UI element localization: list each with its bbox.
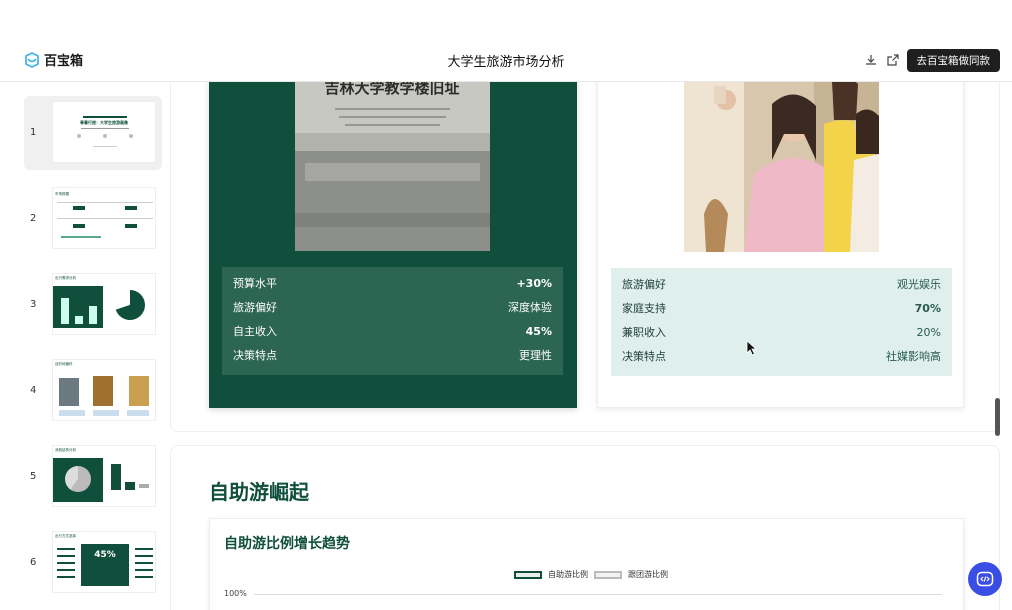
legend-swatch-group	[594, 570, 622, 579]
gridline	[254, 594, 942, 595]
cursor-icon	[746, 340, 758, 356]
slide-preview-title: 消费结构分析	[55, 448, 76, 452]
slide-canvas: 吉林大学教学楼旧址 预算水平 +30% 旅游偏好 深度体验 自主收入 45% 决…	[170, 82, 1002, 610]
slide-comparison: 吉林大学教学楼旧址 预算水平 +30% 旅游偏好 深度体验 自主收入 45% 决…	[170, 82, 1000, 432]
stat-row: 决策特点 社媒影响高	[622, 344, 941, 368]
stat-label: 决策特点	[233, 349, 277, 362]
stat-value: 70%	[914, 301, 941, 315]
slide-number: 1	[30, 127, 37, 138]
stat-label: 决策特点	[622, 350, 666, 363]
slide-thumbnail-1[interactable]: 1 青春行旅：大学生旅游画像	[24, 96, 162, 170]
legend-swatch-self	[514, 570, 542, 579]
stat-value: 更理性	[519, 349, 552, 362]
students-selfie-photo	[684, 82, 879, 252]
slide-number: 3	[30, 299, 37, 310]
scrollbar-thumb[interactable]	[995, 398, 1000, 436]
stats-table-left: 预算水平 +30% 旅游偏好 深度体验 自主收入 45% 决策特点 更理性	[222, 267, 563, 375]
stat-value: 45%	[525, 324, 552, 338]
building-photo: 吉林大学教学楼旧址	[295, 82, 490, 251]
slide-number: 6	[30, 557, 37, 568]
slide-thumbnail-list: 1 青春行旅：大学生旅游画像 2 市场规模 3 出行需求分析 4 目的地偏好 5…	[0, 82, 168, 610]
slide-preview: 消费结构分析	[52, 445, 156, 507]
code-assistant-button[interactable]	[968, 562, 1002, 596]
slide-number: 5	[30, 471, 37, 482]
y-tick-label: 100%	[224, 589, 247, 598]
slide-preview: 出行需求分析	[52, 273, 156, 335]
stat-value: 观光娱乐	[897, 278, 941, 291]
profile-card-right: 旅游偏好 观光娱乐 家庭支持 70% 兼职收入 20% 决策特点 社媒影响高	[597, 82, 964, 408]
trend-chart-card: 自助游比例增长趋势 自助游比例 跟团游比例 100%	[209, 518, 964, 610]
slide-number: 2	[30, 213, 37, 224]
slide-thumbnail-2[interactable]: 2 市场规模	[24, 182, 162, 256]
stat-value: +30%	[516, 276, 552, 290]
legend-label: 跟团游比例	[628, 570, 668, 579]
slide-thumbnail-5[interactable]: 5 消费结构分析	[24, 440, 162, 514]
chart-legend: 自助游比例 跟团游比例	[514, 569, 668, 580]
slide-preview-title: 青春行旅：大学生旅游画像	[80, 120, 128, 125]
download-icon[interactable]	[864, 53, 878, 67]
stat-row: 自主收入 45%	[233, 319, 552, 343]
profile-card-left: 吉林大学教学楼旧址 预算水平 +30% 旅游偏好 深度体验 自主收入 45% 决…	[209, 82, 577, 408]
stat-label: 家庭支持	[622, 302, 666, 315]
slide-preview-number: 45%	[81, 544, 129, 586]
slide-thumbnail-6[interactable]: 6 出行方式选择 45%	[24, 526, 162, 600]
stat-row: 家庭支持 70%	[622, 296, 941, 320]
stat-label: 旅游偏好	[233, 301, 277, 314]
slide-thumbnail-4[interactable]: 4 目的地偏好	[24, 354, 162, 428]
slide-preview: 青春行旅：大学生旅游画像	[52, 101, 156, 163]
slide-self-guided-rise: 自助游崛起 自助游比例增长趋势 自助游比例 跟团游比例 100%	[170, 445, 1000, 610]
slide-preview-title: 目的地偏好	[55, 362, 73, 366]
stats-table-right: 旅游偏好 观光娱乐 家庭支持 70% 兼职收入 20% 决策特点 社媒影响高	[611, 268, 952, 376]
stat-label: 兼职收入	[622, 326, 666, 339]
legend-label: 自助游比例	[548, 570, 588, 579]
slide-preview: 市场规模	[52, 187, 156, 249]
stat-row: 兼职收入 20%	[622, 320, 941, 344]
external-link-icon[interactable]	[886, 53, 900, 67]
section-heading: 自助游崛起	[209, 480, 309, 504]
make-same-button[interactable]: 去百宝箱做同款	[906, 49, 1000, 72]
slide-preview-title: 出行方式选择	[55, 534, 76, 538]
stat-label: 自主收入	[233, 325, 277, 338]
stat-row: 旅游偏好 深度体验	[233, 295, 552, 319]
stat-value: 社媒影响高	[886, 350, 941, 363]
photo-inscription: 吉林大学教学楼旧址	[324, 82, 459, 97]
stat-value: 20%	[916, 325, 941, 339]
slide-preview: 目的地偏好	[52, 359, 156, 421]
slide-thumbnail-3[interactable]: 3 出行需求分析	[24, 268, 162, 342]
stat-row: 旅游偏好 观光娱乐	[622, 272, 941, 296]
slide-number: 4	[30, 385, 37, 396]
stat-row: 预算水平 +30%	[233, 271, 552, 295]
code-icon	[976, 571, 994, 587]
document-title: 大学生旅游市场分析	[447, 55, 565, 70]
stat-value: 深度体验	[508, 301, 552, 314]
stat-label: 预算水平	[233, 277, 277, 290]
stat-label: 旅游偏好	[622, 278, 666, 291]
slide-preview-title: 市场规模	[55, 192, 69, 196]
top-bar: 百宝箱 大学生旅游市场分析 去百宝箱做同款	[0, 38, 1012, 82]
chart-title: 自助游比例增长趋势	[224, 536, 350, 552]
stat-row: 决策特点 更理性	[233, 343, 552, 367]
slide-preview: 出行方式选择 45%	[52, 531, 156, 593]
slide-preview-title: 出行需求分析	[55, 276, 76, 280]
